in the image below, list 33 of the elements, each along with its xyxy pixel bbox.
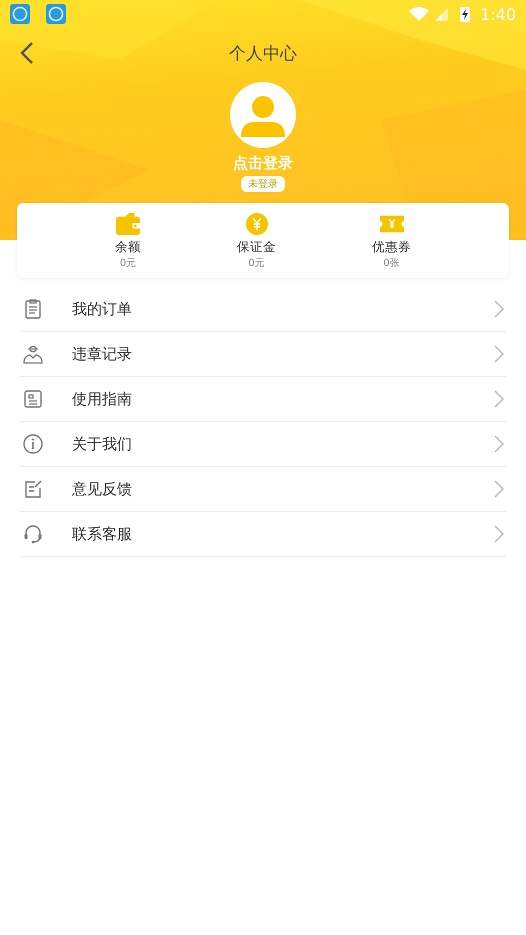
chevron-right-icon bbox=[494, 345, 504, 363]
officer-icon bbox=[23, 344, 43, 364]
back-button[interactable] bbox=[20, 41, 34, 65]
menu-item[interactable]: 意见反馈 bbox=[20, 467, 506, 512]
stat-item[interactable]: 保证金 0元 bbox=[237, 203, 276, 278]
battery-charging-icon bbox=[460, 6, 470, 22]
menu-item[interactable]: 使用指南 bbox=[20, 377, 506, 422]
app-notification-icon bbox=[46, 4, 66, 24]
chevron-right-icon bbox=[494, 480, 504, 498]
chevron-right-icon bbox=[494, 300, 504, 318]
clipboard-icon bbox=[23, 299, 43, 319]
menu-item[interactable]: 我的订单 bbox=[20, 287, 506, 332]
signal-icon bbox=[435, 8, 448, 20]
chevron-right-icon bbox=[494, 390, 504, 408]
page-title: 个人中心 bbox=[229, 42, 297, 64]
wallet-icon bbox=[116, 213, 140, 235]
app-notification-icon bbox=[10, 4, 30, 24]
yen-coin-icon bbox=[244, 213, 268, 235]
menu-item[interactable]: 关于我们 bbox=[20, 422, 506, 467]
login-status-badge: 未登录 bbox=[241, 176, 285, 192]
menu-item[interactable]: 违章记录 bbox=[20, 332, 506, 377]
clock-time: 1:40 bbox=[480, 4, 516, 24]
headset-icon bbox=[23, 524, 43, 544]
info-icon bbox=[23, 434, 43, 454]
coupon-icon bbox=[380, 213, 404, 235]
chevron-right-icon bbox=[494, 525, 504, 543]
stat-item[interactable]: 优惠券 0张 bbox=[372, 203, 411, 278]
document-icon bbox=[23, 389, 43, 409]
edit-note-icon bbox=[23, 479, 43, 499]
wifi-icon bbox=[409, 7, 430, 21]
chevron-right-icon bbox=[494, 435, 504, 453]
menu-item[interactable]: 联系客服 bbox=[20, 512, 506, 557]
stat-item[interactable]: 余额 0元 bbox=[115, 203, 141, 278]
